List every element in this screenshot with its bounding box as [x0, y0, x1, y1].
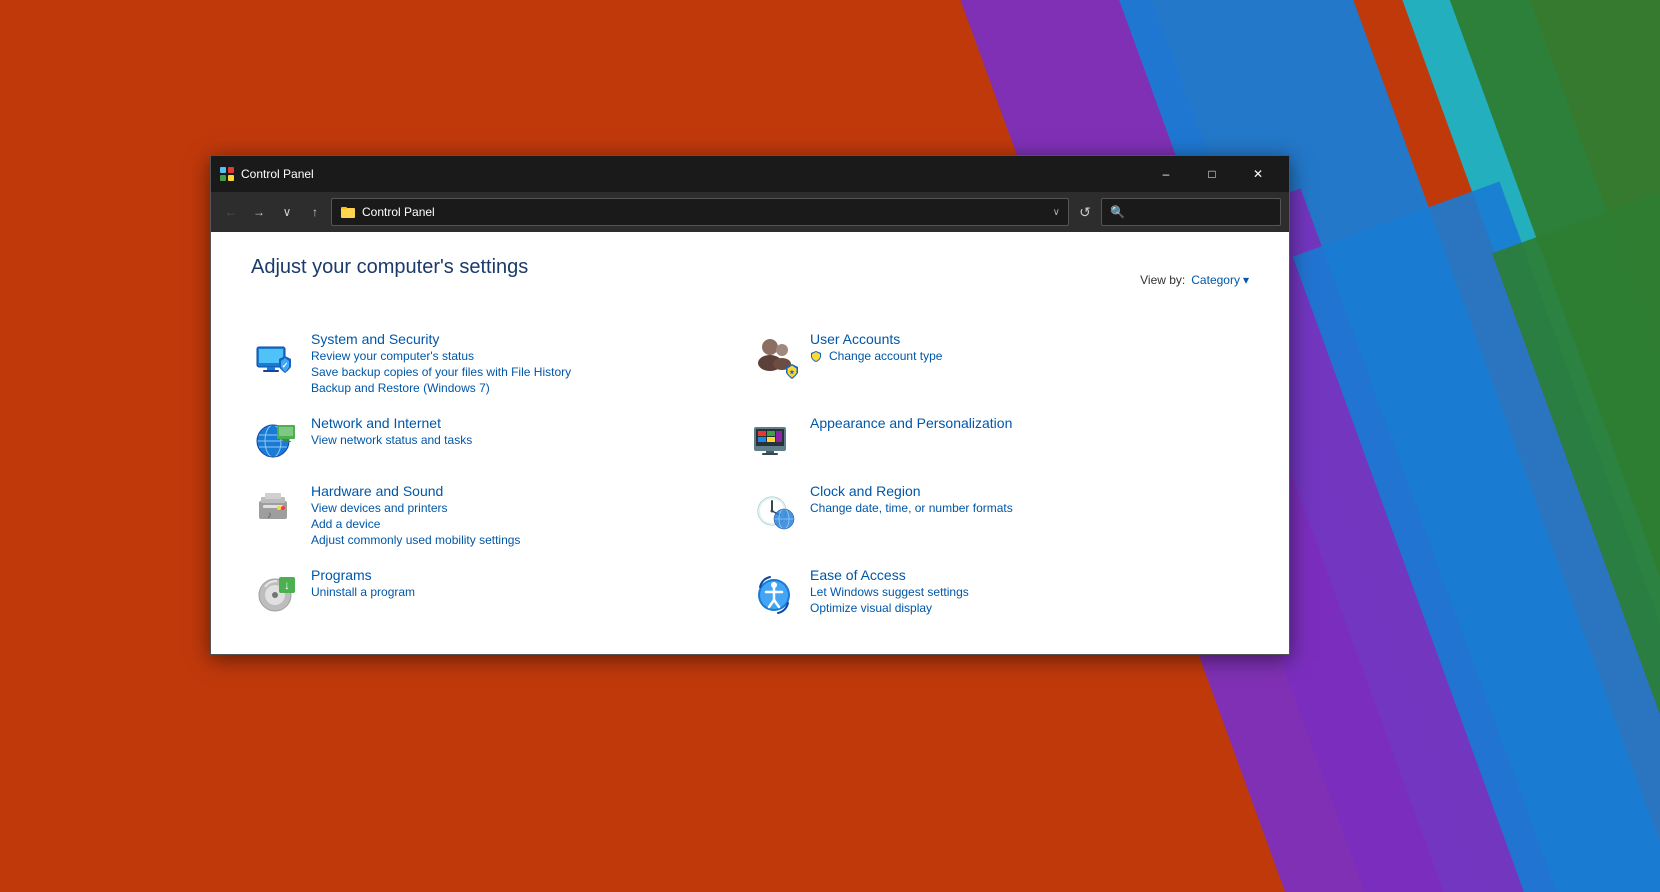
clock-region-title[interactable]: Clock and Region	[810, 483, 1013, 499]
network-internet-icon	[251, 415, 299, 463]
category-appearance: Appearance and Personalization	[750, 411, 1249, 467]
network-internet-text: Network and Internet View network status…	[311, 415, 472, 447]
network-internet-title[interactable]: Network and Internet	[311, 415, 472, 431]
network-internet-link-1[interactable]: View network status and tasks	[311, 433, 472, 447]
forward-button[interactable]: →	[247, 200, 271, 224]
hardware-sound-link-3[interactable]: Adjust commonly used mobility settings	[311, 533, 520, 547]
clock-region-link-1[interactable]: Change date, time, or number formats	[810, 501, 1013, 515]
address-text: Control Panel	[362, 205, 1047, 219]
category-hardware-sound: ♪ Hardware and Sound View devices and pr…	[251, 479, 750, 551]
system-security-link-2[interactable]: Save backup copies of your files with Fi…	[311, 365, 571, 379]
hardware-sound-text: Hardware and Sound View devices and prin…	[311, 483, 520, 547]
view-by-dropdown[interactable]: Category ▾	[1191, 273, 1249, 287]
search-field[interactable]: 🔍	[1101, 198, 1281, 226]
system-security-text: System and Security Review your computer…	[311, 331, 571, 395]
ease-of-access-text: Ease of Access Let Windows suggest setti…	[810, 567, 969, 615]
user-accounts-icon: ★	[750, 331, 798, 379]
svg-text:♪: ♪	[267, 510, 272, 521]
svg-text:↓: ↓	[284, 578, 290, 592]
ease-of-access-icon	[750, 567, 798, 615]
user-accounts-title[interactable]: User Accounts	[810, 331, 942, 347]
address-dropdown-icon[interactable]: ∨	[1053, 207, 1060, 218]
folder-icon	[340, 204, 356, 220]
titlebar: Control Panel – □ ✕	[211, 156, 1289, 192]
programs-title[interactable]: Programs	[311, 567, 415, 583]
category-programs: ↓ Programs Uninstall a program	[251, 563, 750, 619]
address-field[interactable]: Control Panel ∨	[331, 198, 1069, 226]
system-security-link-3[interactable]: Backup and Restore (Windows 7)	[311, 381, 571, 395]
window-controls: – □ ✕	[1143, 156, 1281, 192]
programs-icon: ↓	[251, 567, 299, 615]
hardware-sound-title[interactable]: Hardware and Sound	[311, 483, 520, 499]
system-security-link-1[interactable]: Review your computer's status	[311, 349, 571, 363]
programs-text: Programs Uninstall a program	[311, 567, 415, 599]
back-button[interactable]: ←	[219, 200, 243, 224]
control-panel-window: Control Panel – □ ✕ ← → ∨ ↑ Control Pane…	[210, 155, 1290, 655]
refresh-button[interactable]: ↺	[1073, 200, 1097, 224]
search-icon: 🔍	[1110, 205, 1125, 219]
clock-region-icon	[750, 483, 798, 531]
hardware-sound-link-1[interactable]: View devices and printers	[311, 501, 520, 515]
window-title: Control Panel	[241, 167, 1143, 181]
up-button[interactable]: ↑	[303, 200, 327, 224]
system-security-title[interactable]: System and Security	[311, 331, 571, 347]
category-system-security: ✓ System and Security Review your comput…	[251, 327, 750, 399]
category-clock-region: Clock and Region Change date, time, or n…	[750, 479, 1249, 551]
ease-of-access-title[interactable]: Ease of Access	[810, 567, 969, 583]
hardware-sound-icon: ♪	[251, 483, 299, 531]
ease-of-access-link-2[interactable]: Optimize visual display	[810, 601, 969, 615]
categories-grid: ✓ System and Security Review your comput…	[251, 327, 1249, 619]
category-user-accounts: ★ User Accounts Change account type	[750, 327, 1249, 399]
category-network-internet: Network and Internet View network status…	[251, 411, 750, 467]
maximize-button[interactable]: □	[1189, 156, 1235, 192]
shield-icon	[810, 350, 822, 362]
view-by-label: View by:	[1140, 273, 1185, 287]
page-title: Adjust your computer's settings	[251, 256, 528, 279]
ease-of-access-link-1[interactable]: Let Windows suggest settings	[810, 585, 969, 599]
programs-link-1[interactable]: Uninstall a program	[311, 585, 415, 599]
user-accounts-link-1[interactable]: Change account type	[810, 349, 942, 363]
appearance-text: Appearance and Personalization	[810, 415, 1012, 431]
minimize-button[interactable]: –	[1143, 156, 1189, 192]
user-accounts-text: User Accounts Change account type	[810, 331, 942, 363]
view-by-chevron-icon: ▾	[1243, 273, 1249, 287]
clock-region-text: Clock and Region Change date, time, or n…	[810, 483, 1013, 515]
hardware-sound-link-2[interactable]: Add a device	[311, 517, 520, 531]
appearance-title[interactable]: Appearance and Personalization	[810, 415, 1012, 431]
category-ease-of-access: Ease of Access Let Windows suggest setti…	[750, 563, 1249, 619]
window-icon	[219, 166, 235, 182]
addressbar: ← → ∨ ↑ Control Panel ∨ ↺ 🔍	[211, 192, 1289, 232]
dropdown-button[interactable]: ∨	[275, 200, 299, 224]
appearance-icon	[750, 415, 798, 463]
close-button[interactable]: ✕	[1235, 156, 1281, 192]
svg-text:★: ★	[789, 369, 795, 376]
system-security-icon: ✓	[251, 331, 299, 379]
svg-text:✓: ✓	[282, 361, 289, 370]
content-area: Adjust your computer's settings View by:…	[211, 232, 1289, 654]
